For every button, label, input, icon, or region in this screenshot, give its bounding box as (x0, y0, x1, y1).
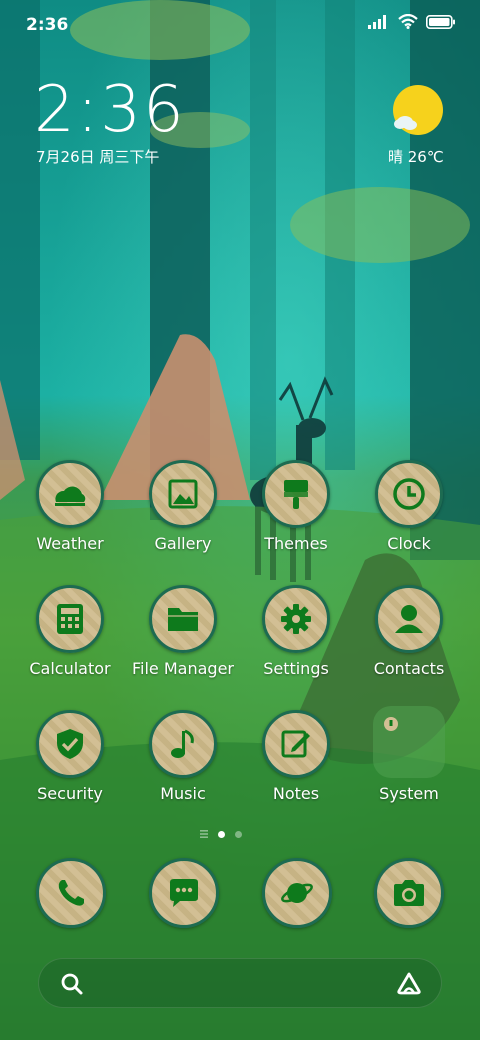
weather-widget-text: 晴 26℃ (388, 148, 444, 166)
music-note-icon (149, 710, 217, 778)
dock-phone[interactable] (36, 858, 106, 928)
gear-icon (262, 585, 330, 653)
calculator-icon (36, 585, 104, 653)
dock-camera[interactable] (374, 858, 444, 928)
shield-check-icon (36, 710, 104, 778)
search-icon[interactable] (60, 972, 84, 996)
app-themes[interactable]: Themes (241, 460, 351, 553)
clock-icon (375, 460, 443, 528)
app-label: Clock (387, 534, 431, 553)
app-label: Gallery (154, 534, 212, 553)
app-label: System (379, 784, 439, 803)
app-label: Weather (36, 534, 104, 553)
app-label: Calculator (29, 659, 111, 678)
phone-icon (36, 858, 106, 928)
app-security[interactable]: Security (15, 710, 125, 803)
messages-icon (149, 858, 219, 928)
assistant-icon[interactable] (395, 971, 423, 995)
page-dot (235, 830, 242, 838)
app-label: Settings (263, 659, 329, 678)
system-folder-icon (373, 706, 445, 778)
app-label: Security (37, 784, 103, 803)
app-clock[interactable]: Clock (354, 460, 464, 553)
page-indicator[interactable] (200, 830, 242, 838)
folder-icon (149, 585, 217, 653)
signal-icon (368, 14, 386, 29)
app-label: Contacts (373, 659, 445, 678)
app-settings[interactable]: Settings (241, 585, 351, 678)
app-label: Themes (264, 534, 328, 553)
app-weather[interactable]: Weather (15, 460, 125, 553)
app-gallery[interactable]: Gallery (128, 460, 238, 553)
dock-browser[interactable] (262, 858, 332, 928)
status-time: 2:36 (26, 15, 69, 35)
notes-pencil-icon (262, 710, 330, 778)
app-label: File Manager (132, 659, 234, 678)
app-label: Music (160, 784, 206, 803)
page-dot-active (218, 830, 225, 838)
clock-widget-time[interactable]: 2:36 (34, 74, 186, 146)
gallery-icon (149, 460, 217, 528)
themes-brush-icon (262, 460, 330, 528)
page-list-icon (200, 830, 208, 838)
app-music[interactable]: Music (128, 710, 238, 803)
battery-icon (426, 14, 455, 29)
app-notes[interactable]: Notes (241, 710, 351, 803)
app-file-manager[interactable]: File Manager (128, 585, 238, 678)
dock-messages[interactable] (149, 858, 219, 928)
app-calculator[interactable]: Calculator (15, 585, 125, 678)
person-icon (375, 585, 443, 653)
weather-icon (36, 460, 104, 528)
app-label: Notes (272, 784, 320, 803)
browser-planet-icon (262, 858, 332, 928)
status-bar: 2:36 (0, 0, 480, 50)
wifi-icon (398, 14, 418, 29)
app-contacts[interactable]: Contacts (354, 585, 464, 678)
sun-cloud-icon[interactable] (392, 84, 444, 136)
clock-widget-date: 7月26日 周三下午 (36, 148, 160, 166)
search-bar[interactable] (38, 958, 442, 1008)
camera-icon (374, 858, 444, 928)
app-system-folder[interactable]: System (354, 706, 464, 803)
